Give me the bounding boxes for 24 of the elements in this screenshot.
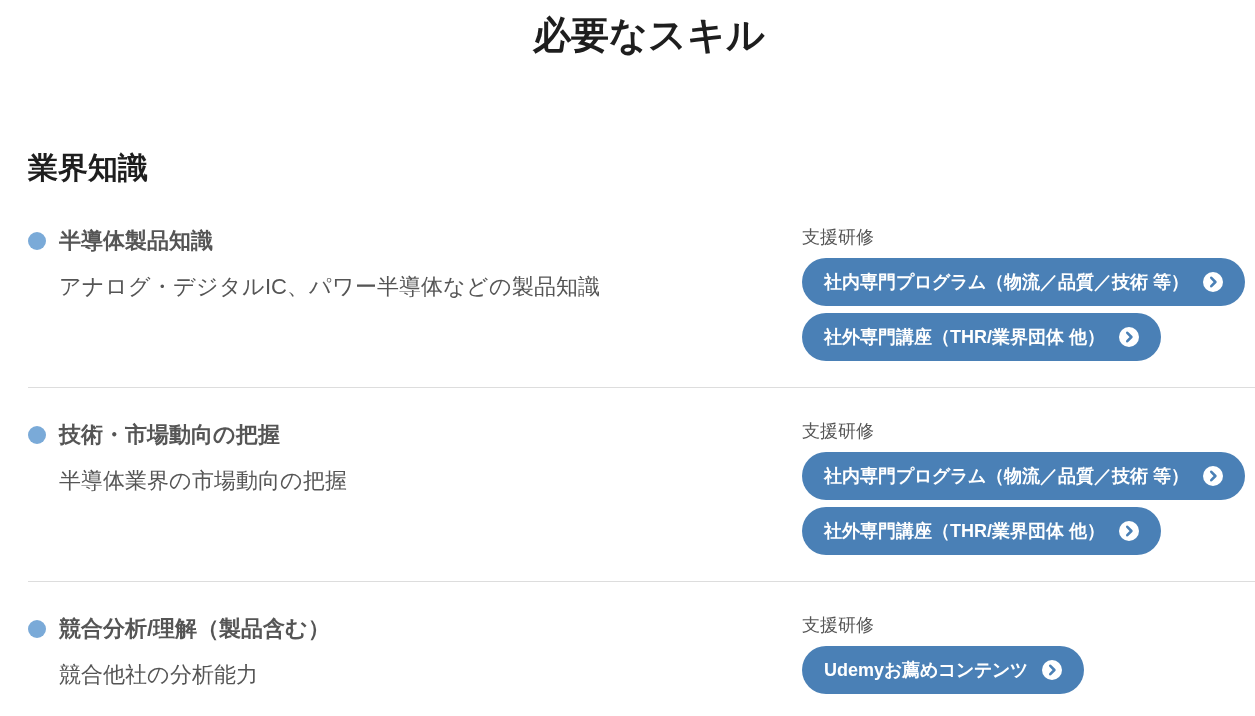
- skill-title: 競合分析/理解（製品含む）: [59, 615, 331, 643]
- support-label: 支援研修: [802, 614, 874, 637]
- skill-description: 半導体業界の市場動向の把握: [59, 467, 347, 495]
- support-label: 支援研修: [802, 420, 874, 443]
- bullet-icon: [28, 426, 46, 444]
- bullet-icon: [28, 620, 46, 638]
- skill-title: 技術・市場動向の把握: [59, 421, 280, 449]
- skill-title: 半導体製品知識: [59, 227, 213, 255]
- chevron-right-icon: [1203, 466, 1223, 486]
- training-button[interactable]: 社内専門プログラム（物流／品質／技術 等）: [802, 258, 1245, 306]
- bullet-icon: [28, 232, 46, 250]
- training-button[interactable]: 社内専門プログラム（物流／品質／技術 等）: [802, 452, 1245, 500]
- chevron-right-icon: [1119, 521, 1139, 541]
- chevron-right-icon: [1203, 272, 1223, 292]
- skill-description: 競合他社の分析能力: [59, 661, 258, 689]
- training-button[interactable]: 社外専門講座（THR/業界団体 他）: [802, 313, 1161, 361]
- support-label: 支援研修: [802, 226, 874, 249]
- page-title: 必要なスキル: [532, 13, 765, 58]
- skill-description: アナログ・デジタルIC、パワー半導体などの製品知識: [59, 273, 600, 301]
- section-heading: 業界知識: [28, 150, 148, 186]
- chevron-right-icon: [1042, 660, 1063, 680]
- training-button[interactable]: 社外専門講座（THR/業界団体 他）: [802, 507, 1161, 555]
- training-button[interactable]: Udemyお薦めコンテンツ: [802, 646, 1085, 694]
- chevron-right-icon: [1119, 327, 1139, 347]
